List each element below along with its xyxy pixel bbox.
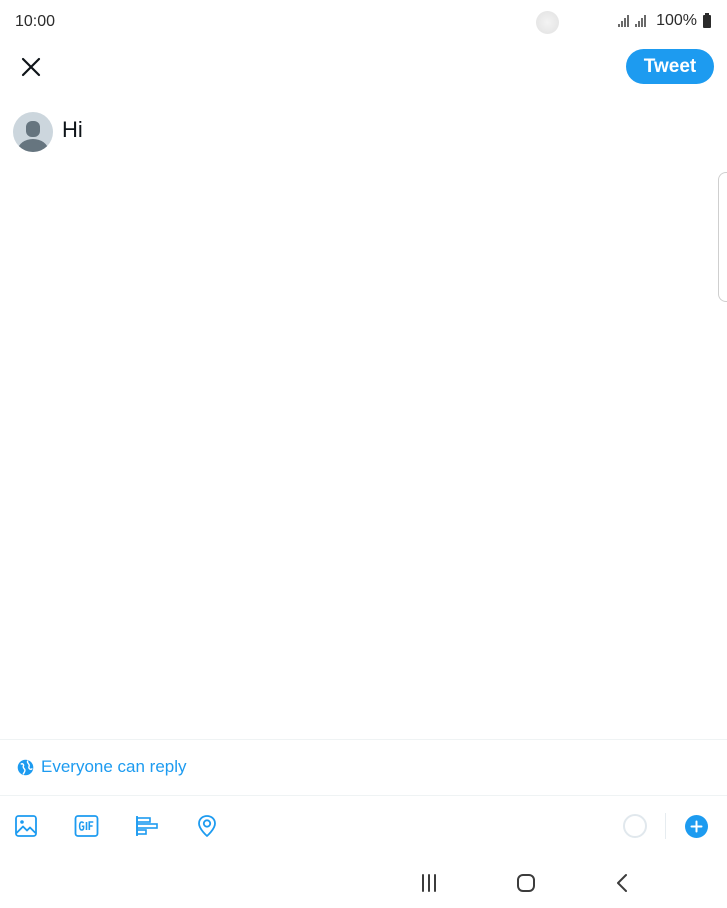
edge-panel-handle[interactable]: [718, 172, 727, 302]
signal-icon: [635, 15, 647, 27]
default-avatar-icon: [18, 121, 48, 152]
recents-button[interactable]: [414, 870, 444, 896]
location-icon: [198, 815, 216, 837]
close-button[interactable]: [16, 52, 46, 82]
close-icon: [21, 57, 41, 77]
add-thread-button[interactable]: [685, 815, 708, 838]
add-poll-button[interactable]: [134, 813, 160, 839]
divider: [0, 795, 727, 796]
divider: [0, 739, 727, 740]
poll-icon: [136, 816, 158, 836]
home-icon: [517, 874, 535, 892]
tweet-text-input[interactable]: Hi: [62, 117, 83, 143]
status-time: 10:00: [15, 13, 56, 30]
signal-icon: [618, 15, 630, 27]
avatar[interactable]: [13, 112, 53, 152]
reply-setting-label: Everyone can reply: [41, 757, 187, 776]
plus-icon: [690, 820, 703, 833]
back-icon: [617, 874, 627, 892]
character-counter: [623, 814, 647, 838]
tweet-button[interactable]: Tweet: [626, 49, 714, 84]
globe-icon: [17, 759, 34, 775]
battery-icon: [703, 12, 711, 28]
reply-setting-button[interactable]: Everyone can reply: [17, 757, 187, 777]
toolbar-separator: [665, 813, 666, 839]
add-gif-button[interactable]: [73, 813, 99, 839]
camera-cutout: [536, 11, 559, 34]
back-button[interactable]: [607, 870, 637, 896]
status-bar: 10:00 100%: [0, 0, 727, 44]
image-icon: [15, 815, 37, 837]
compose-tweet-screen: 10:00 100% Tweet Hi Everyone can reply: [0, 0, 727, 908]
add-location-button[interactable]: [194, 813, 220, 839]
status-icons: 100%: [618, 12, 711, 30]
home-button[interactable]: [511, 870, 541, 896]
battery-percent: 100%: [656, 12, 697, 29]
add-image-button[interactable]: [13, 813, 39, 839]
recents-icon: [422, 874, 436, 892]
gif-icon: [74, 815, 98, 837]
